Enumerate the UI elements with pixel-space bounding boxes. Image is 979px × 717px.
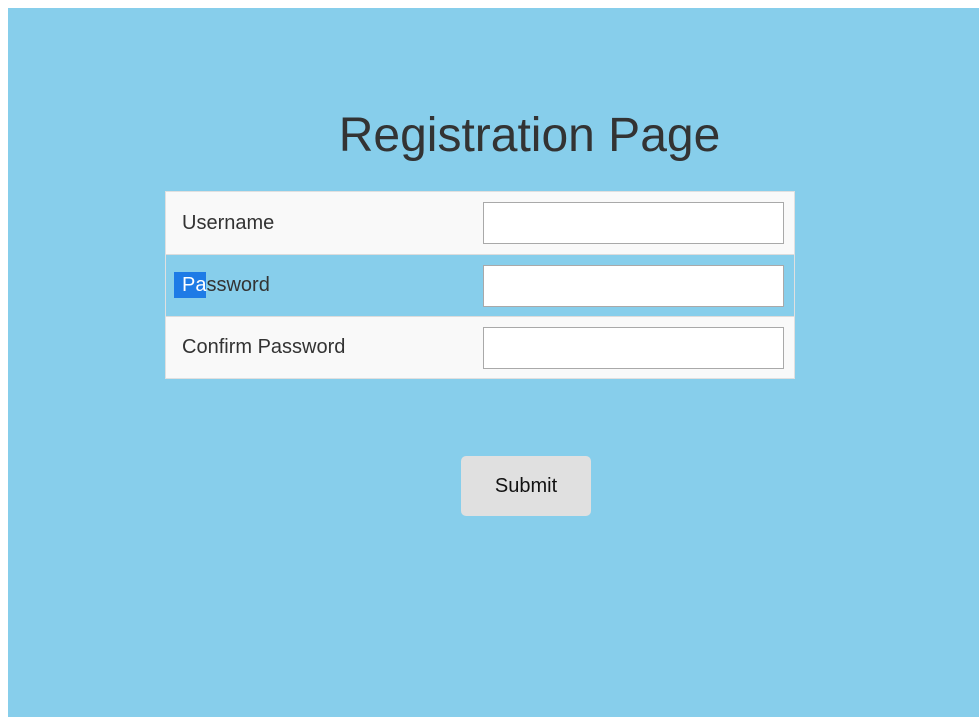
confirm-password-label: Confirm Password bbox=[182, 336, 346, 358]
username-input[interactable] bbox=[483, 202, 784, 244]
confirm-password-row: Confirm Password bbox=[166, 316, 794, 378]
registration-form-table: Username Password Confirm Password bbox=[165, 191, 795, 379]
username-row: Username bbox=[166, 192, 794, 254]
page-title: Registration Page bbox=[338, 109, 721, 162]
password-label-selected-text: Pa bbox=[174, 272, 207, 298]
password-input[interactable] bbox=[483, 264, 784, 307]
page-background: Registration Page Username Password Conf… bbox=[8, 8, 979, 717]
confirm-password-input-cell bbox=[483, 326, 794, 369]
password-input-cell bbox=[483, 264, 794, 307]
username-input-cell bbox=[483, 202, 794, 244]
submit-button[interactable]: Submit bbox=[461, 456, 591, 516]
password-row: Password bbox=[166, 254, 794, 316]
username-label: Username bbox=[182, 211, 275, 234]
confirm-password-input[interactable] bbox=[483, 326, 784, 369]
password-label: Password bbox=[166, 272, 483, 298]
password-label-rest-text: ssword bbox=[206, 274, 270, 296]
